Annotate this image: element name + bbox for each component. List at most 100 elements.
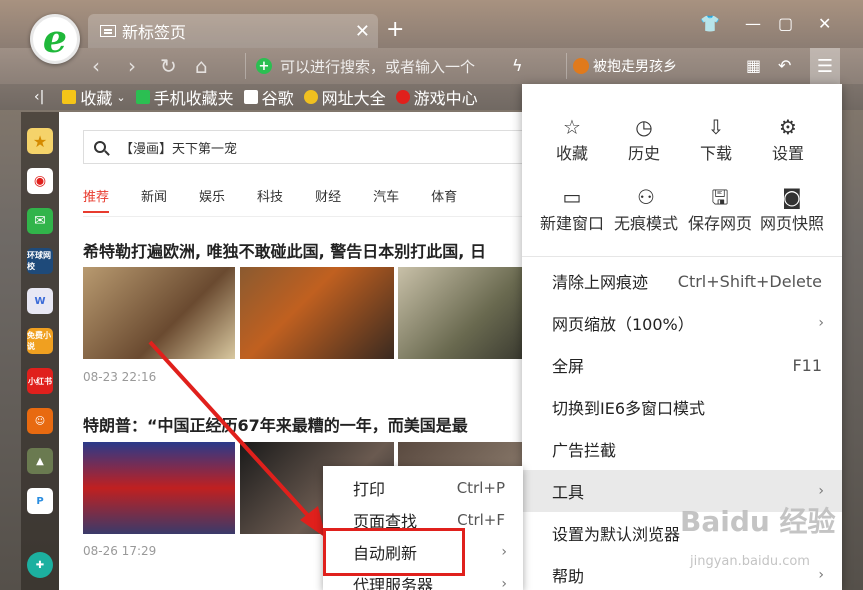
word-icon[interactable]: W bbox=[27, 288, 53, 314]
home-button[interactable]: ⌂ bbox=[195, 54, 208, 78]
close-window-button[interactable]: ✕ bbox=[818, 14, 831, 33]
menu-ie6-mode[interactable]: 切换到IE6多窗口模式 bbox=[522, 386, 842, 428]
menu-zoom[interactable]: 网页缩放（100%） › bbox=[522, 302, 842, 344]
incognito-icon: ⚇ bbox=[637, 185, 655, 209]
chevron-right-icon: › bbox=[818, 567, 824, 583]
chevron-right-icon: › bbox=[818, 483, 824, 499]
mail-icon[interactable]: ✉ bbox=[27, 208, 53, 234]
menu-settings[interactable]: ⚙ 设置 bbox=[752, 114, 824, 164]
chevron-right-icon: › bbox=[818, 315, 824, 331]
tab-news[interactable]: 新闻 bbox=[141, 186, 167, 213]
star-icon: ☆ bbox=[563, 115, 581, 139]
chevron-right-icon: › bbox=[501, 544, 507, 560]
clock-icon: ◷ bbox=[635, 115, 653, 139]
collapse-sidebar-icon[interactable]: ‹| bbox=[34, 89, 44, 105]
tab-new-tab[interactable]: 新标签页 ✕ bbox=[88, 14, 378, 48]
browser-logo: e bbox=[30, 14, 80, 64]
search-bar[interactable]: 被抱走男孩乡 bbox=[566, 53, 716, 79]
search-engine-icon[interactable] bbox=[573, 58, 589, 74]
article-time: 08-26 17:29 bbox=[83, 544, 157, 558]
search-icon bbox=[94, 141, 106, 153]
globe-icon bbox=[303, 90, 318, 104]
phone-icon bbox=[135, 90, 150, 104]
undo-icon[interactable]: ↶ bbox=[778, 56, 791, 75]
menu-incognito[interactable]: ⚇ 无痕模式 bbox=[608, 184, 684, 234]
forward-button[interactable]: › bbox=[128, 54, 136, 78]
bookmark-sites[interactable]: 网址大全 bbox=[303, 85, 386, 109]
download-icon: ⇩ bbox=[707, 115, 725, 139]
menu-clear-history[interactable]: 清除上网痕迹 Ctrl+Shift+Delete bbox=[522, 260, 842, 302]
divider bbox=[83, 216, 526, 217]
window-icon: ▭ bbox=[562, 185, 582, 209]
camera-icon: ◙ bbox=[782, 185, 802, 209]
sidebar-favorites-icon[interactable]: ★ bbox=[27, 128, 53, 154]
tab-page-icon bbox=[100, 25, 116, 37]
chevron-down-icon: ⌄ bbox=[116, 90, 126, 104]
star-icon bbox=[62, 90, 77, 104]
article-headline[interactable]: 希特勒打遍欧洲, 唯独不敢碰此国, 警告日本别打此国, 日 bbox=[83, 238, 486, 262]
article-image[interactable] bbox=[83, 442, 235, 534]
article-image[interactable] bbox=[240, 267, 394, 359]
search-bar-text: 被抱走男孩乡 bbox=[593, 59, 677, 75]
tab-recommend[interactable]: 推荐 bbox=[83, 186, 110, 213]
p-app-icon[interactable]: P bbox=[27, 488, 53, 514]
sidebar-item-hqwx[interactable]: 环球网校 bbox=[27, 248, 53, 274]
pubg-icon[interactable]: ▲ bbox=[27, 448, 53, 474]
watermark-url: jingyan.baidu.com bbox=[690, 554, 810, 569]
bookmark-favorites[interactable]: 收藏 ⌄ bbox=[62, 85, 126, 109]
address-bar[interactable]: + 可以进行搜索，或者输入一个 bbox=[245, 53, 545, 79]
back-button[interactable]: ‹ bbox=[92, 54, 100, 78]
article-headline[interactable]: 特朗普：“中国正经历67年来最糟的一年，而美国是最 bbox=[83, 412, 468, 436]
menu-divider bbox=[522, 256, 842, 257]
tab-entertainment[interactable]: 娱乐 bbox=[199, 186, 225, 213]
submenu-print[interactable]: 打印 Ctrl+P bbox=[323, 472, 523, 504]
refresh-button[interactable]: ↻ bbox=[160, 54, 177, 78]
bookmark-mobile[interactable]: 手机收藏夹 bbox=[135, 85, 234, 109]
bookmark-games[interactable]: 游戏中心 bbox=[395, 85, 478, 109]
game-character-icon[interactable]: ☺ bbox=[27, 408, 53, 434]
menu-adblock[interactable]: 广告拦截 bbox=[522, 428, 842, 470]
news-search-box[interactable]: 【漫画】天下第一宠 bbox=[83, 130, 526, 164]
lightning-icon[interactable]: ϟ bbox=[512, 56, 523, 75]
article-time: 08-23 22:16 bbox=[83, 370, 157, 384]
menu-new-window[interactable]: ▭ 新建窗口 bbox=[534, 184, 610, 234]
menu-favorites[interactable]: ☆ 收藏 bbox=[536, 114, 608, 164]
sidebar-item-xiaohongshu[interactable]: 小红书 bbox=[27, 368, 53, 394]
shortcut-label: Ctrl+Shift+Delete bbox=[677, 271, 822, 291]
news-categories: 推荐 新闻 娱乐 科技 财经 汽车 体育 bbox=[83, 186, 489, 213]
new-tab-button[interactable]: + bbox=[386, 17, 404, 42]
page-icon bbox=[243, 90, 258, 104]
sidebar-item-novel[interactable]: 免费小说 bbox=[27, 328, 53, 354]
tab-tech[interactable]: 科技 bbox=[257, 186, 283, 213]
menu-snapshot[interactable]: ◙ 网页快照 bbox=[754, 184, 830, 234]
tab-finance[interactable]: 财经 bbox=[315, 186, 341, 213]
chevron-right-icon: › bbox=[501, 576, 507, 590]
menu-download[interactable]: ⇩ 下载 bbox=[680, 114, 752, 164]
sidebar: ★ ◉ ✉ 环球网校 W 免费小说 小红书 ☺ ▲ P ✚ bbox=[21, 112, 59, 590]
toolbar: ‹ › ↻ ⌂ + 可以进行搜索，或者输入一个 ϟ 被抱走男孩乡 ▦ ↶ ☰ bbox=[0, 48, 863, 84]
menu-save-page[interactable]: 🖫 保存网页 bbox=[682, 184, 758, 234]
weibo-icon[interactable]: ◉ bbox=[27, 168, 53, 194]
tab-close-icon[interactable]: ✕ bbox=[355, 21, 370, 42]
skin-icon[interactable]: 👕 bbox=[700, 14, 720, 33]
minimize-button[interactable]: — bbox=[745, 14, 761, 33]
menu-history[interactable]: ◷ 历史 bbox=[608, 114, 680, 164]
hamburger-icon: ☰ bbox=[816, 55, 834, 77]
shortcut-label: Ctrl+P bbox=[456, 479, 505, 497]
maximize-button[interactable]: ▢ bbox=[778, 14, 793, 33]
menu-button[interactable]: ☰ bbox=[810, 48, 840, 84]
shortcut-label: F11 bbox=[792, 355, 822, 375]
apps-icon[interactable]: ▦ bbox=[746, 56, 761, 75]
bookmark-google[interactable]: 谷歌 bbox=[243, 85, 294, 109]
highlight-box bbox=[323, 528, 465, 576]
plugin-icon[interactable]: ✚ bbox=[27, 552, 53, 578]
article-image[interactable] bbox=[398, 267, 526, 359]
gear-icon: ⚙ bbox=[779, 115, 797, 139]
tab-auto[interactable]: 汽车 bbox=[373, 186, 399, 213]
menu-fullscreen[interactable]: 全屏 F11 bbox=[522, 344, 842, 386]
tab-sports[interactable]: 体育 bbox=[431, 186, 457, 213]
tab-title: 新标签页 bbox=[122, 23, 187, 42]
article-image[interactable] bbox=[83, 267, 235, 359]
save-icon: 🖫 bbox=[711, 185, 729, 209]
title-bar: 新标签页 ✕ + 👕 — ▢ ✕ bbox=[0, 0, 863, 48]
